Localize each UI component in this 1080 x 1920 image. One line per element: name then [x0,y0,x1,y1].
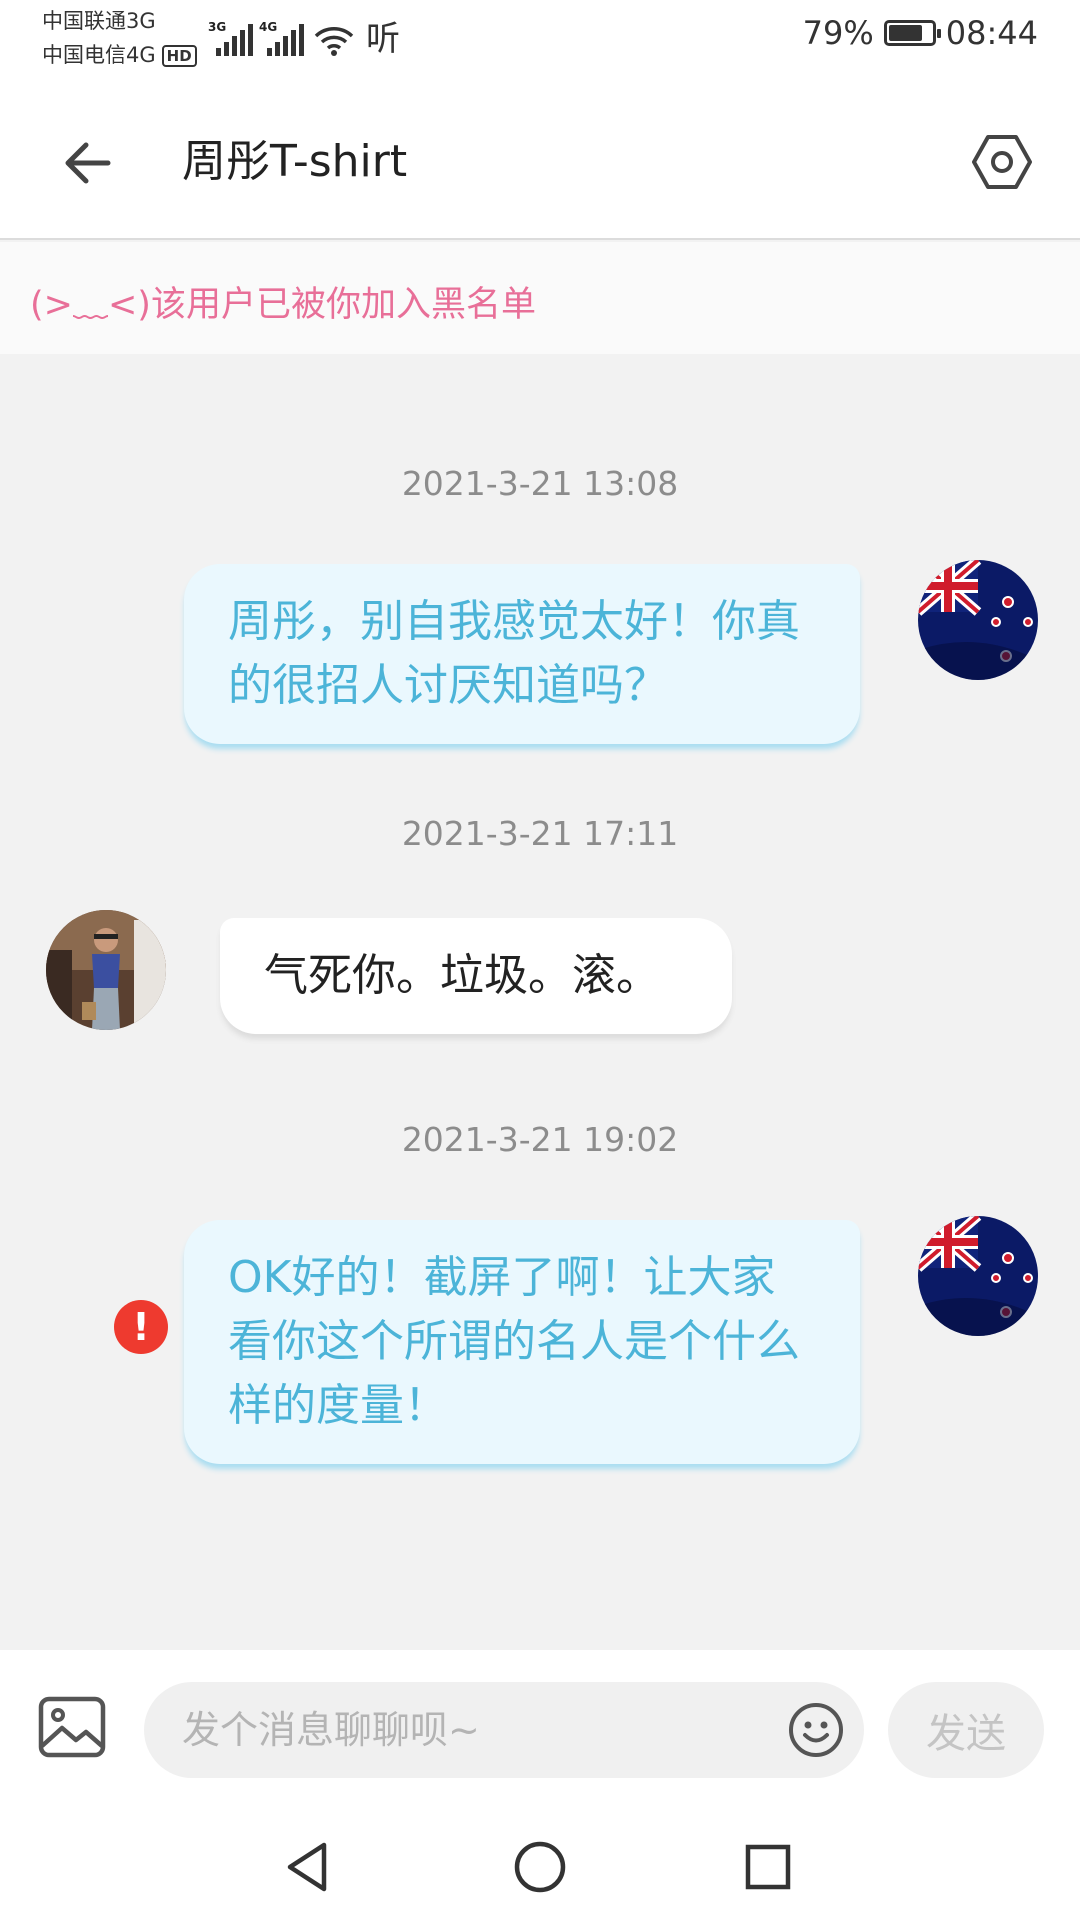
carrier-1: 中国联通3G [42,9,156,33]
signal-strength-icon: 3G [208,20,253,56]
system-navigation-bar [0,1810,1080,1920]
send-button[interactable]: 发送 [888,1682,1044,1778]
status-right: 79% 08:44 [803,14,1038,52]
send-failed-icon[interactable]: ! [114,1300,168,1354]
recents-square-icon [745,1844,791,1890]
message-timestamp: 2021-3-21 17:11 [401,814,679,853]
new-zealand-flag-avatar[interactable] [918,560,1038,680]
emoji-button[interactable] [788,1702,844,1758]
wifi-icon [314,24,354,56]
blacklist-notice-text: (>﹏<)该用户已被你加入黑名单 [30,285,536,325]
message-input-bar: 发送 [0,1650,1080,1810]
signal-indicators: 3G 4G 听 [208,16,400,59]
arrow-left-icon [65,142,111,184]
nav-back-button[interactable] [272,1832,342,1902]
battery-icon [883,20,941,46]
message-timestamp: 2021-3-21 19:02 [401,1120,679,1159]
message-input[interactable] [144,1682,864,1778]
network-type-2: 4G [259,20,278,34]
image-icon [38,1696,106,1758]
message-bubble-sent[interactable]: 周彤，别自我感觉太好！你真的很招人讨厌知道吗？ [184,564,860,744]
signal-strength-icon: 4G [259,20,304,56]
battery-percent: 79% [802,14,874,52]
chat-header: 周彤T-shirt [0,84,1080,240]
clock: 08:44 [945,14,1038,52]
hd-badge: HD [161,45,197,67]
message-bubble-sent[interactable]: OK好的！截屏了啊！让大家看你这个所谓的名人是个什么样的度量！ [184,1220,860,1464]
message-timestamp: 2021-3-21 13:08 [401,464,679,503]
carrier-info: 中国联通3G 中国电信4G HD [42,4,197,72]
message-bubble-received[interactable]: 气死你。垃圾。滚。 [220,918,732,1034]
network-type-1: 3G [208,20,227,34]
nav-recents-button[interactable] [733,1832,803,1902]
nav-home-button[interactable] [505,1832,575,1902]
blacklist-notice: (>﹏<)该用户已被你加入黑名单 [0,242,1080,354]
back-button[interactable] [52,128,122,198]
settings-button[interactable] [964,124,1040,200]
image-button[interactable] [38,1696,106,1760]
carrier-2: 中国电信4G [42,43,156,67]
hexagon-settings-icon [972,135,1032,189]
chat-area[interactable]: 2021-3-21 13:08 周彤，别自我感觉太好！你真的很招人讨厌知道吗？ … [0,354,1080,1650]
back-triangle-icon [287,1842,327,1892]
status-bar: 中国联通3G 中国电信4G HD 3G 4G 听 79% 08:44 [0,0,1080,84]
chat-title: 周彤T-shirt [182,136,408,187]
user-photo-avatar[interactable] [46,910,166,1030]
listen-indicator: 听 [366,19,400,59]
home-circle-icon [514,1841,566,1893]
smiley-icon [789,1703,843,1757]
new-zealand-flag-avatar[interactable] [918,1216,1038,1336]
